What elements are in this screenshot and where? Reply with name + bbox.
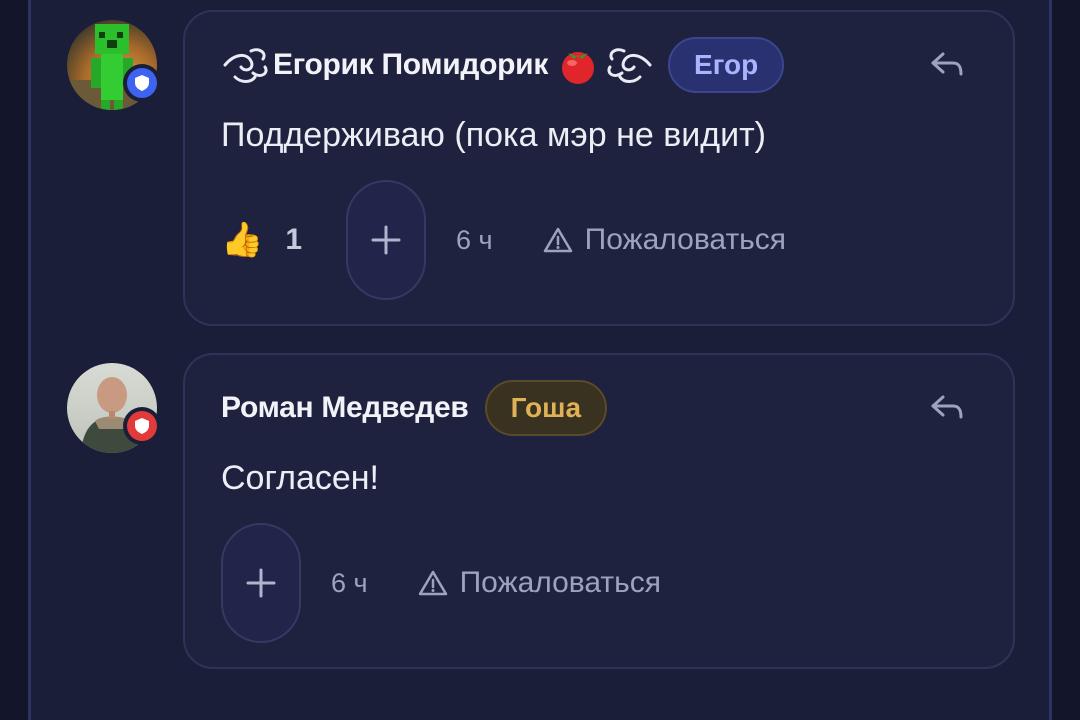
comment-actions: 6 ч Пожаловаться <box>221 523 661 643</box>
add-reaction-button[interactable] <box>221 523 301 643</box>
user-tag[interactable]: Егор <box>668 37 785 93</box>
report-label: Пожаловаться <box>459 566 662 599</box>
comments-panel: Егорик Помидорик Егор Поддерживаю (пока … <box>28 0 1052 720</box>
swirl-icon <box>607 48 652 83</box>
tomato-icon <box>562 52 595 84</box>
add-reaction-button[interactable] <box>346 180 427 300</box>
reaction-count: 1 <box>285 223 303 256</box>
comment-time: 6 ч <box>456 224 493 255</box>
comment-time: 6 ч <box>331 567 368 598</box>
comment-card: Роман Медведев Гоша Согласен! 6 ч Пожало… <box>183 353 1015 669</box>
author-row: Роман Медведев Гоша <box>221 377 608 439</box>
moderator-badge <box>123 64 161 102</box>
warning-icon <box>543 227 572 253</box>
report-button[interactable]: Пожаловаться <box>418 566 661 600</box>
report-button[interactable]: Пожаловаться <box>543 223 786 257</box>
user-tag[interactable]: Гоша <box>484 380 608 436</box>
warning-icon <box>418 570 447 596</box>
author-name[interactable]: Роман Медведев <box>221 391 469 425</box>
author-row: Егорик Помидорик Егор <box>221 34 785 96</box>
reply-icon[interactable] <box>929 393 965 423</box>
shield-icon <box>135 75 149 91</box>
thumbs-up-icon: 👍 <box>221 221 264 259</box>
comment-text: Согласен! <box>221 459 379 497</box>
plus-icon <box>371 225 401 255</box>
admin-badge <box>123 407 161 445</box>
swirl-icon <box>223 48 268 83</box>
comment-actions: 👍 1 6 ч Пожаловаться <box>221 180 786 300</box>
comment-text: Поддерживаю (пока мэр не видит) <box>221 116 766 154</box>
shield-icon <box>135 418 149 434</box>
plus-icon <box>246 568 276 598</box>
report-label: Пожаловаться <box>584 223 787 256</box>
comment-card: Егорик Помидорик Егор Поддерживаю (пока … <box>183 10 1015 326</box>
reply-icon[interactable] <box>929 50 965 80</box>
reaction-like[interactable]: 👍 1 <box>197 210 326 270</box>
author-name[interactable]: Егорик Помидорик <box>273 48 548 82</box>
